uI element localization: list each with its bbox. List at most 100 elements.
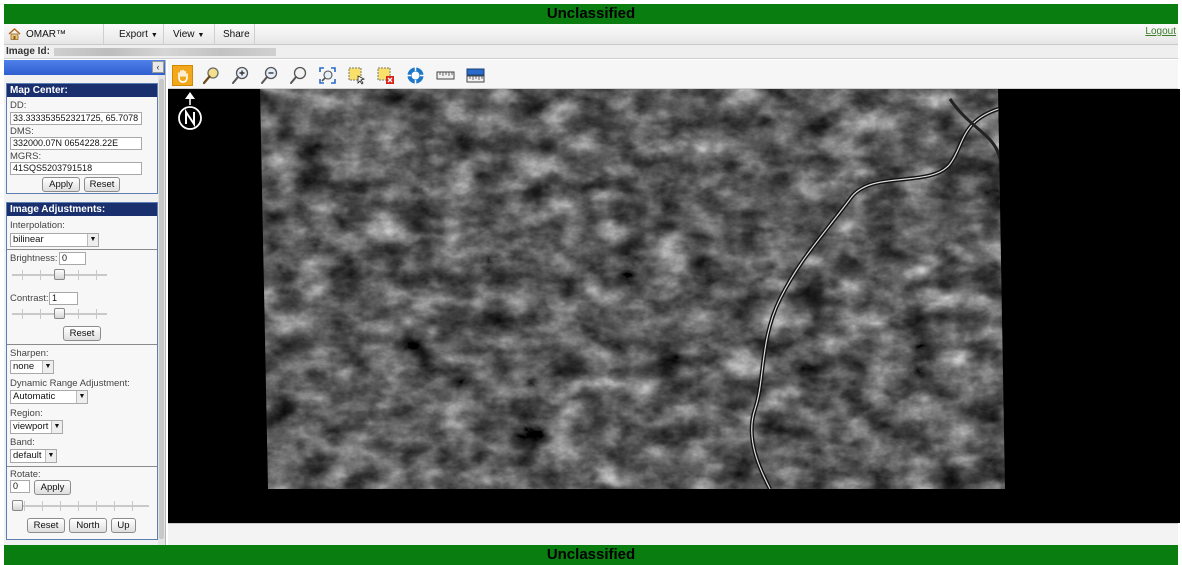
pan-icon xyxy=(177,69,188,83)
scale-tool[interactable] xyxy=(465,65,486,86)
logout-link[interactable]: Logout xyxy=(1145,24,1176,39)
contrast-slider[interactable] xyxy=(12,308,107,319)
chevron-down-icon: ▼ xyxy=(150,32,158,39)
image-id-value-redacted xyxy=(54,48,276,56)
classification-banner-bottom: Unclassified xyxy=(4,545,1178,565)
region-select[interactable]: viewport ▼ xyxy=(10,420,63,434)
slider-tick xyxy=(114,501,115,511)
slider-thumb[interactable] xyxy=(54,308,65,319)
slider-thumb[interactable] xyxy=(54,269,65,280)
dms-field[interactable]: 332000.07N 0654228.22E xyxy=(10,137,142,150)
slider-tick xyxy=(40,309,41,319)
rotate-slider[interactable] xyxy=(12,500,149,511)
view-label: View xyxy=(173,29,195,40)
map-center-apply-button[interactable]: Apply xyxy=(42,177,80,192)
slider-tick xyxy=(78,501,79,511)
view-menu[interactable]: View ▼ xyxy=(165,24,215,45)
chevron-down-icon: ▼ xyxy=(42,361,53,373)
clear-selection-tool[interactable] xyxy=(375,65,396,86)
north-button[interactable]: North xyxy=(69,518,107,533)
home-menu-item[interactable]: OMAR™ Home xyxy=(4,24,104,61)
dd-label: DD: xyxy=(10,100,27,111)
satellite-image[interactable] xyxy=(260,89,1005,489)
divider xyxy=(7,466,157,467)
dra-select[interactable]: Automatic ▼ xyxy=(10,390,88,404)
dra-value: Automatic xyxy=(13,391,56,402)
brightness-field[interactable]: 0 xyxy=(59,252,86,265)
full-extent-icon xyxy=(319,67,336,84)
full-extent-tool[interactable] xyxy=(317,65,338,86)
sharpen-select[interactable]: none ▼ xyxy=(10,360,54,374)
slider-tick xyxy=(60,501,61,511)
center-tool[interactable] xyxy=(405,65,426,86)
chevron-down-icon: ▼ xyxy=(87,234,98,246)
left-panel: ‹ Map Center: DD: 33.333353552321725, 65… xyxy=(4,60,166,545)
map-toolbar xyxy=(168,60,1178,89)
divider xyxy=(7,344,157,345)
pan-tool[interactable] xyxy=(172,65,193,86)
select-box-tool[interactable] xyxy=(346,65,367,86)
zoom-in-tool[interactable] xyxy=(230,65,251,86)
interpolation-label: Interpolation: xyxy=(10,220,65,231)
slider-tick xyxy=(132,501,133,511)
adjust-reset-button[interactable]: Reset xyxy=(63,326,101,341)
contrast-field[interactable]: 1 xyxy=(49,292,78,305)
chevron-down-icon: ▼ xyxy=(51,421,62,433)
slider-tick xyxy=(78,309,79,319)
menu-bar: OMAR™ Home Export▼ View▼ Share Logout xyxy=(4,24,1178,61)
panel-scrollbar[interactable] xyxy=(158,75,165,545)
zoom-magnify-tool[interactable] xyxy=(288,65,309,86)
slider-tick xyxy=(22,309,23,319)
classification-banner-top: Unclassified xyxy=(4,4,1178,24)
zoom-out-tool[interactable] xyxy=(259,65,280,86)
slider-tick xyxy=(96,270,97,280)
dd-field[interactable]: 33.333353552321725, 65.7078 xyxy=(10,112,142,125)
zoom-box-tool[interactable] xyxy=(201,65,222,86)
zoom-magnify-icon xyxy=(290,66,307,84)
center-icon xyxy=(407,67,424,84)
north-arrow-icon xyxy=(178,92,202,130)
image-id-label: Image Id: xyxy=(6,46,50,57)
chevron-down-icon: ▼ xyxy=(76,391,87,403)
collapse-panel-button[interactable]: ‹ xyxy=(152,61,164,73)
mgrs-label: MGRS: xyxy=(10,151,42,162)
divider xyxy=(7,249,157,250)
slider-tick xyxy=(22,270,23,280)
slider-tick xyxy=(96,309,97,319)
map-center-section: Map Center: DD: 33.333353552321725, 65.7… xyxy=(6,83,158,194)
scale-icon xyxy=(466,68,485,83)
slider-tick xyxy=(40,270,41,280)
brightness-slider[interactable] xyxy=(12,269,107,280)
up-button[interactable]: Up xyxy=(111,518,136,533)
mgrs-field[interactable]: 41SQS5203791518 xyxy=(10,162,142,175)
status-bar xyxy=(168,523,1178,545)
slider-tick xyxy=(78,270,79,280)
map-center-reset-button[interactable]: Reset xyxy=(84,177,120,192)
map-center-title: Map Center: xyxy=(7,84,157,97)
map-viewport[interactable] xyxy=(168,89,1180,523)
scrollbar-thumb[interactable] xyxy=(159,79,164,539)
measure-tool[interactable] xyxy=(435,65,456,86)
select-box-icon xyxy=(348,67,366,85)
rotate-reset-button[interactable]: Reset xyxy=(27,518,65,533)
slider-track xyxy=(12,505,149,507)
slider-tick xyxy=(96,501,97,511)
share-menu[interactable]: Share xyxy=(215,24,255,45)
band-value: default xyxy=(13,450,42,461)
sharpen-label: Sharpen: xyxy=(10,348,49,359)
zoom-in-icon xyxy=(232,66,249,84)
brightness-label: Brightness: xyxy=(10,253,58,264)
measure-icon xyxy=(436,71,455,80)
slider-thumb[interactable] xyxy=(12,500,23,511)
rotate-field[interactable]: 0 xyxy=(10,480,30,493)
band-select[interactable]: default ▼ xyxy=(10,449,57,463)
share-label: Share xyxy=(223,29,250,40)
image-adjustments-section: Image Adjustments: Interpolation: biline… xyxy=(6,202,158,540)
rotate-apply-button[interactable]: Apply xyxy=(34,480,71,495)
interpolation-select[interactable]: bilinear ▼ xyxy=(10,233,99,247)
panel-header: ‹ xyxy=(4,60,165,75)
region-value: viewport xyxy=(13,421,49,432)
band-label: Band: xyxy=(10,437,35,448)
export-menu[interactable]: Export ▼ xyxy=(111,24,164,45)
dms-label: DMS: xyxy=(10,126,34,137)
